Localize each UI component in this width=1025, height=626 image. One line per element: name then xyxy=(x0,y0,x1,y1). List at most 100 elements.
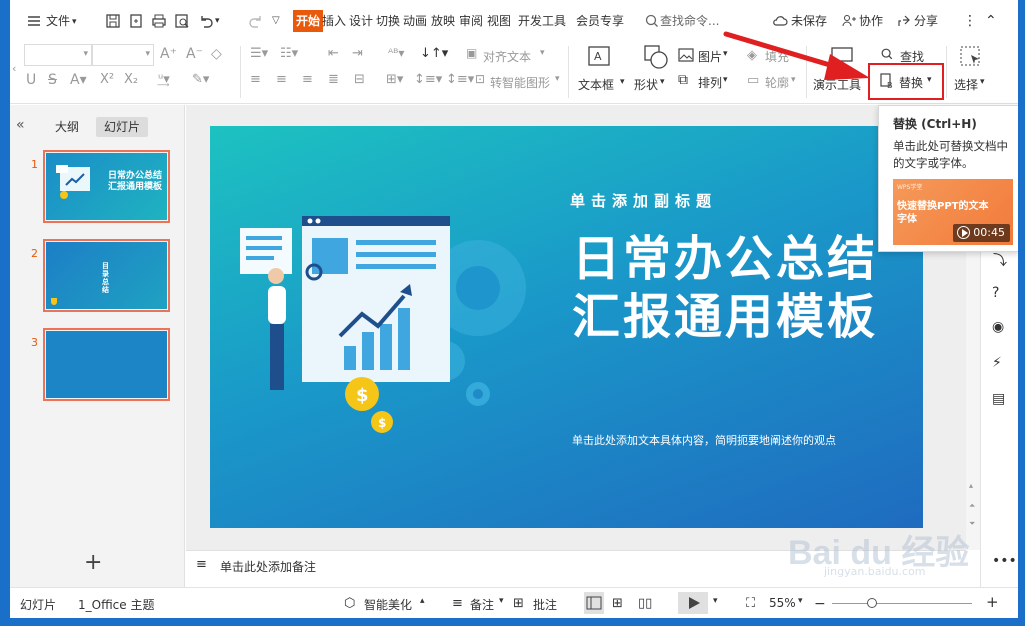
line-spacing-icon[interactable]: ↕≡▾ xyxy=(446,72,474,87)
numbering-icon[interactable]: ☷▾ xyxy=(280,46,298,61)
align-text-button[interactable]: 对齐文本 xyxy=(483,48,531,65)
smartart-chevron-icon[interactable]: ▾ xyxy=(555,74,560,84)
char-spacing-icon[interactable]: ᵘ͢▾ xyxy=(158,72,170,87)
picture-button[interactable]: 图片 xyxy=(698,48,722,65)
tab-transition[interactable]: 切换 xyxy=(376,10,400,32)
add-slide-icon[interactable]: + xyxy=(84,550,102,575)
tab-slideshow[interactable]: 放映 xyxy=(431,10,455,32)
tab-animation[interactable]: 动画 xyxy=(403,10,427,32)
tab-design[interactable]: 设计 xyxy=(349,10,373,32)
slide-subtitle-placeholder[interactable]: 单击添加副标题 xyxy=(570,190,717,211)
normal-view-icon[interactable] xyxy=(584,592,604,614)
more-options-icon[interactable]: ⋮ xyxy=(963,10,977,32)
align-left-icon[interactable]: ≡ xyxy=(250,72,261,87)
slide-title[interactable]: 日常办公总结汇报通用模板 xyxy=(572,230,892,346)
help-icon[interactable]: ? xyxy=(992,285,999,301)
collapse-ribbon-icon[interactable]: ⌃ xyxy=(985,10,997,32)
increase-font-icon[interactable]: A⁺ xyxy=(160,46,177,62)
design-icon[interactable]: ◉ xyxy=(992,319,1004,335)
file-menu-chevron-icon[interactable]: ▾ xyxy=(72,11,77,33)
arrange-button[interactable]: 排列 xyxy=(698,74,722,91)
library-icon[interactable]: ▤ xyxy=(992,391,1005,407)
prev-slide-icon[interactable]: ⏶ xyxy=(969,501,975,511)
increase-indent-icon[interactable]: ⇥ xyxy=(352,46,363,61)
tab-home[interactable]: 开始 xyxy=(293,10,324,32)
select-chevron-icon[interactable]: ▾ xyxy=(980,77,985,87)
smartart-button[interactable]: 转智能图形 xyxy=(490,74,550,91)
clear-format-icon[interactable]: ◇ xyxy=(211,46,222,62)
tab-slides[interactable]: 幻灯片 xyxy=(96,117,149,137)
textbox-chevron-icon[interactable]: ▾ xyxy=(620,77,625,87)
distribute-icon[interactable]: ⊟ xyxy=(354,72,365,87)
file-menu[interactable]: 文件 xyxy=(46,10,70,32)
zoom-slider[interactable] xyxy=(832,603,972,604)
font-size-select[interactable]: ▾ xyxy=(92,44,154,66)
notes-toggle-button[interactable]: 备注 xyxy=(470,596,494,613)
reading-view-icon[interactable]: ▯▯ xyxy=(638,596,652,611)
justify-icon[interactable]: ≣ xyxy=(328,72,339,87)
zoom-chevron-icon[interactable]: ▾ xyxy=(798,596,803,606)
slide-main[interactable]: $ $ 单击添加副标题 日常办公总结汇报通用模板 单击此处添加文本具体内容，简明… xyxy=(210,126,923,528)
tab-outline[interactable]: 大纲 xyxy=(47,117,87,137)
beautify-chevron-icon[interactable]: ▴ xyxy=(420,596,425,606)
tooltip-video[interactable]: WPS学堂 快速替换PPT的文本字体 00:45 xyxy=(893,179,1013,245)
save-icon[interactable] xyxy=(105,13,121,29)
grid-view-icon[interactable]: ⊞ xyxy=(612,596,623,611)
zoom-level[interactable]: 55% xyxy=(769,596,796,610)
notes-placeholder[interactable]: 单击此处添加备注 xyxy=(220,558,316,575)
align-center-icon[interactable]: ≡ xyxy=(276,72,287,87)
slide-thumbnail-1[interactable]: 日常办公总结汇报通用模板 xyxy=(43,150,170,223)
font-color-icon[interactable]: A▾ xyxy=(70,72,87,88)
sort-icon[interactable]: ↓↑▾ xyxy=(420,46,448,61)
theme-label[interactable]: 1_Office 主题 xyxy=(78,596,154,613)
zoom-out-icon[interactable]: − xyxy=(814,596,826,612)
text-direction-icon[interactable]: ᴬᴮ▾ xyxy=(388,46,404,60)
print-preview-icon[interactable] xyxy=(174,13,190,29)
textbox-button[interactable]: 文本框 xyxy=(578,76,614,93)
ribbon-scroll-left-icon[interactable]: ‹ xyxy=(12,62,16,75)
shape-button[interactable]: 形状 xyxy=(634,76,658,93)
slide-thumbnail-2[interactable]: 目录总结 xyxy=(43,239,170,312)
bullets-icon[interactable]: ☰▾ xyxy=(250,46,268,61)
print-icon[interactable] xyxy=(151,13,167,29)
select-button[interactable]: 选择 xyxy=(954,76,978,93)
columns-icon[interactable]: ⊞▾ xyxy=(386,72,403,87)
transition-icon[interactable]: ⤵ xyxy=(993,250,1007,270)
tab-view[interactable]: 视图 xyxy=(487,10,511,32)
tab-insert[interactable]: 插入 xyxy=(322,10,346,32)
tab-review[interactable]: 审阅 xyxy=(459,10,483,32)
decrease-indent-icon[interactable]: ⇤ xyxy=(328,46,339,61)
undo-icon[interactable] xyxy=(198,13,214,29)
slide-thumbnail-3[interactable] xyxy=(43,328,170,401)
fit-window-icon[interactable]: ⛶ xyxy=(746,596,755,611)
paragraph-spacing-icon[interactable]: ↕≡▾ xyxy=(414,72,442,87)
comments-button[interactable]: 批注 xyxy=(533,596,557,613)
align-text-chevron-icon[interactable]: ▾ xyxy=(540,48,545,58)
highlight-icon[interactable]: ✎▾ xyxy=(192,72,209,87)
slideshow-chevron-icon[interactable]: ▾ xyxy=(713,596,718,606)
animation-icon[interactable]: ⚡ xyxy=(992,355,1002,371)
share-button[interactable]: 分享 xyxy=(914,10,938,32)
undo-chevron-icon[interactable]: ▾ xyxy=(215,10,220,32)
decrease-font-icon[interactable]: A⁻ xyxy=(186,46,203,62)
tab-member[interactable]: 会员专享 xyxy=(576,10,624,32)
collapse-panel-icon[interactable]: « xyxy=(16,117,25,133)
customize-toolbar-icon[interactable]: ▽ xyxy=(272,10,280,32)
slide-description[interactable]: 单击此处添加文本具体内容，简明扼要地阐述你的观点 xyxy=(572,432,836,448)
video-duration[interactable]: 00:45 xyxy=(953,224,1010,242)
underline-icon[interactable]: U xyxy=(26,72,36,88)
notes-chevron-icon[interactable]: ▾ xyxy=(499,596,504,606)
font-name-select[interactable]: ▾ xyxy=(24,44,92,66)
more-sidebar-icon[interactable]: ••• xyxy=(992,553,1017,569)
tab-developer[interactable]: 开发工具 xyxy=(518,10,566,32)
subscript-icon[interactable]: X₂ xyxy=(124,72,138,87)
superscript-icon[interactable]: X² xyxy=(100,72,114,87)
zoom-in-icon[interactable]: + xyxy=(986,593,999,611)
command-search[interactable]: 查找命令... xyxy=(660,10,719,32)
zoom-slider-handle[interactable] xyxy=(867,598,877,608)
play-slideshow-button[interactable] xyxy=(678,592,708,614)
redo-icon[interactable] xyxy=(248,13,264,29)
align-right-icon[interactable]: ≡ xyxy=(302,72,313,87)
menu-icon[interactable] xyxy=(26,13,42,29)
smart-beautify-button[interactable]: 智能美化 xyxy=(364,596,412,613)
